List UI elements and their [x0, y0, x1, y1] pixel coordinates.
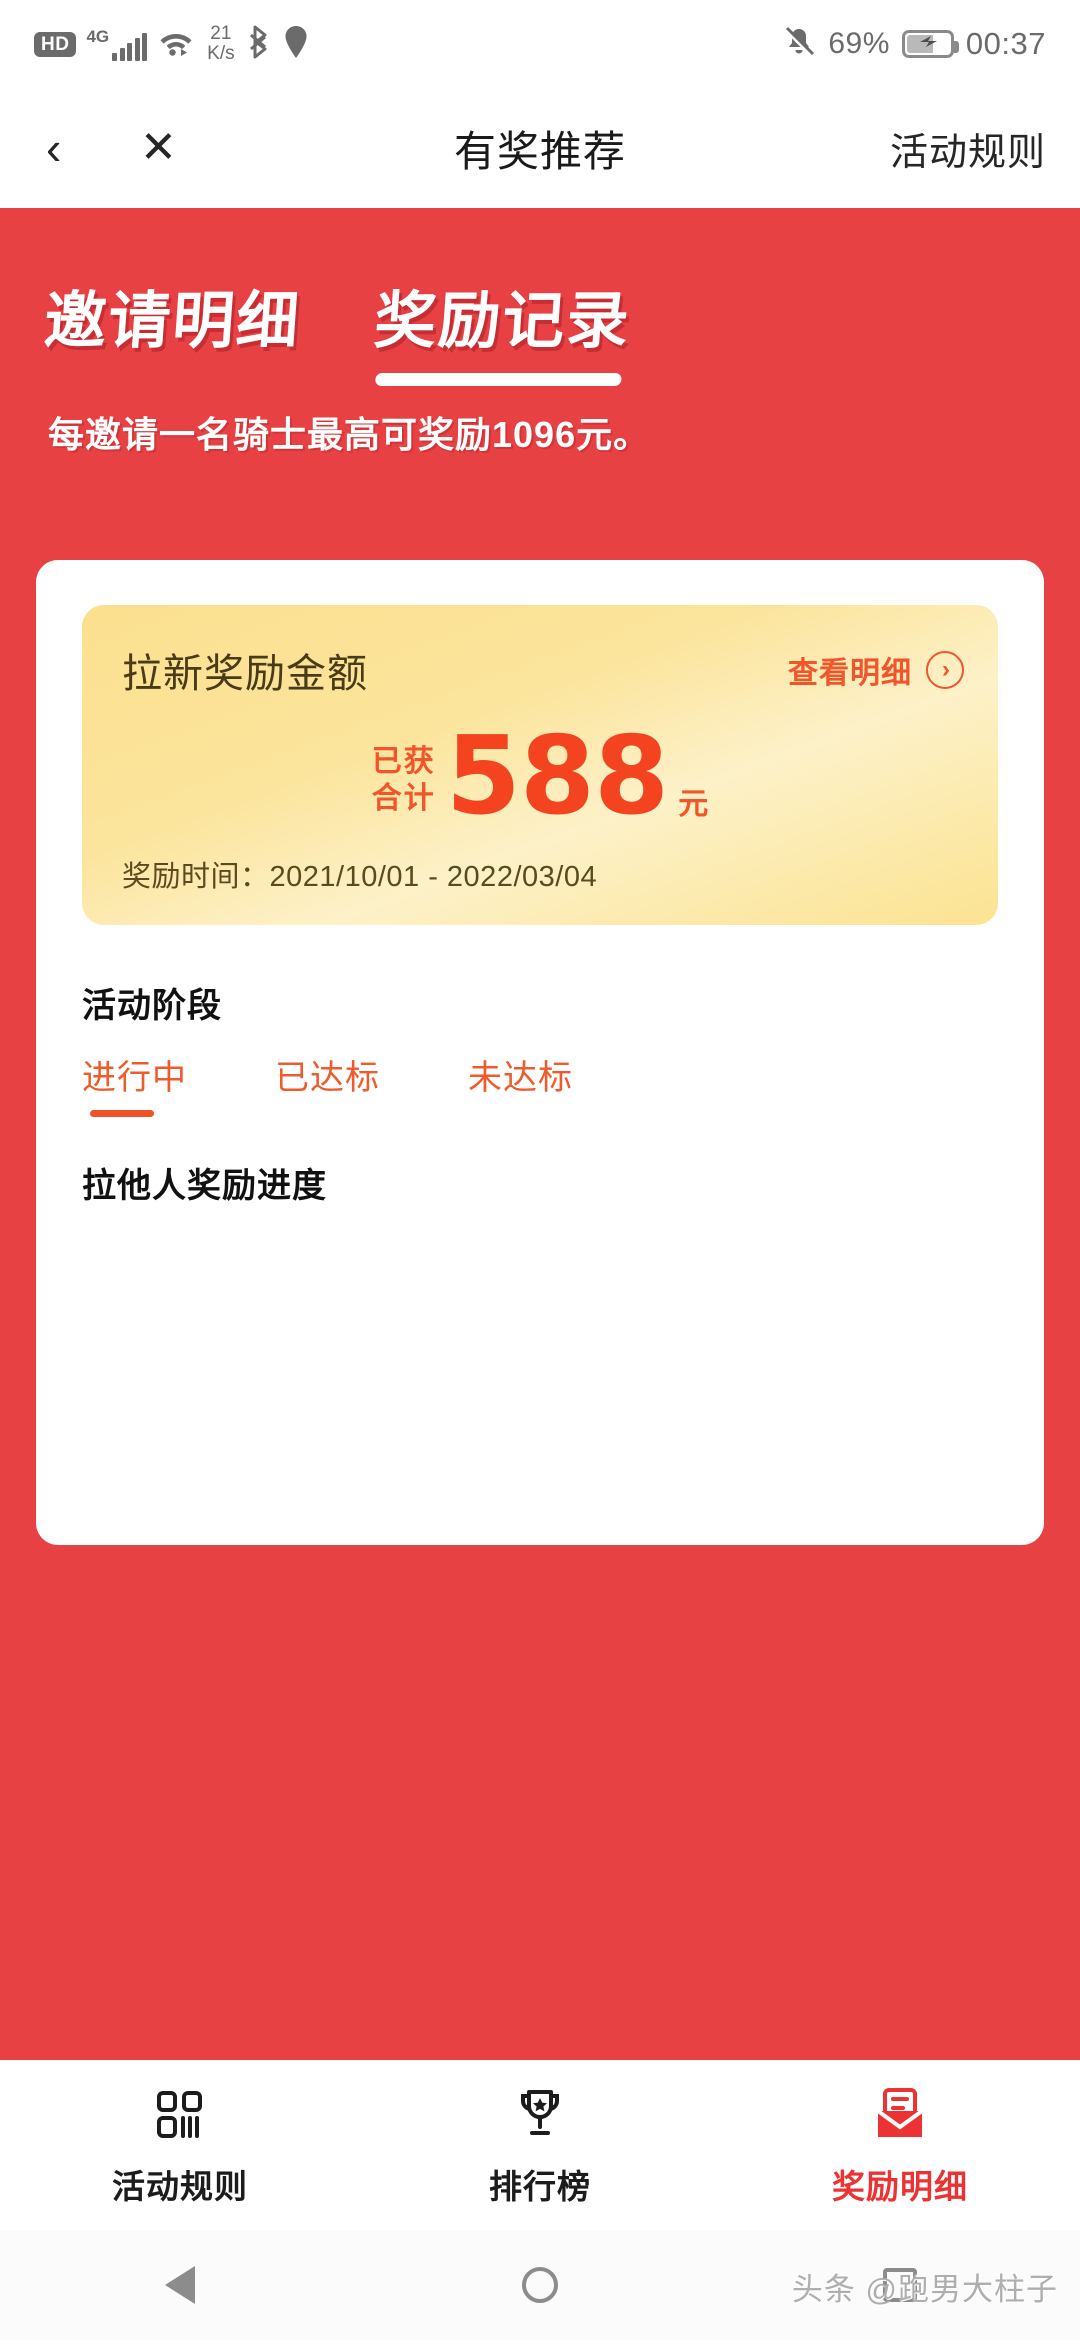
reward-summary-title: 拉新奖励金额 — [122, 652, 368, 696]
wifi-icon — [157, 27, 195, 62]
stage-tab-achieved[interactable]: 已达标 — [275, 1050, 380, 1117]
view-detail-label: 查看明细 — [788, 657, 912, 690]
grid-rules-icon — [150, 2084, 210, 2146]
hero-subtitle: 每邀请一名骑士最高可奖励1096元。 — [48, 414, 651, 455]
stage-tab-in-progress[interactable]: 进行中 — [82, 1050, 187, 1117]
app-nav-bar: ‹ ✕ 有奖推荐 活动规则 — [0, 88, 1080, 208]
reward-date-label: 奖励时间： — [122, 861, 270, 893]
android-home-button[interactable] — [360, 2267, 720, 2303]
reward-summary-header: 拉新奖励金额 查看明细 › — [122, 641, 964, 699]
reward-amount-value: 588 — [445, 714, 669, 839]
reward-amount-unit: 元 — [678, 788, 709, 821]
reward-date-value: 2021/10/01 - 2022/03/04 — [269, 861, 598, 893]
reward-date-range: 奖励时间：2021/10/01 - 2022/03/04 — [122, 853, 597, 895]
tab-activity-rules[interactable]: 活动规则 — [0, 2084, 360, 2208]
hd-icon: HD — [34, 31, 77, 57]
reward-amount-prefix: 已获 合计 — [372, 743, 436, 817]
tab-activity-rules-label: 活动规则 — [112, 2167, 248, 2205]
activity-rules-link[interactable]: 活动规则 — [890, 121, 1046, 176]
promo-body: 邀请明细 奖励记录 每邀请一名骑士最高可奖励1096元。 拉新奖励金额 查看明细… — [0, 208, 1080, 2060]
reward-amount-prefix-line1: 已获 — [371, 745, 436, 778]
network-speed-indicator: 21 K/s — [207, 24, 234, 64]
reward-amount-row: 已获 合计 588 元 — [82, 723, 998, 831]
cellular-signal-icon: 4G — [86, 26, 148, 61]
view-detail-button[interactable]: 查看明细 › — [788, 648, 964, 692]
back-triangle-icon — [165, 2266, 195, 2304]
signal-bars-icon — [112, 32, 148, 61]
network-speed-unit: K/s — [207, 43, 235, 64]
android-back-button[interactable] — [0, 2266, 360, 2304]
location-pin-icon — [283, 25, 309, 64]
reward-amount-prefix-line2: 合计 — [371, 782, 436, 815]
status-bar-left: HD 4G 21 K/s — [34, 23, 309, 66]
tab-leaderboard-label: 排行榜 — [489, 2167, 591, 2205]
status-bar-right: 69% 00:37 — [782, 25, 1046, 64]
progress-section-title: 拉他人奖励进度 — [82, 1167, 327, 1205]
stage-section-title: 活动阶段 — [82, 987, 222, 1025]
stage-filter-tabs: 进行中 已达标 未达标 — [82, 1050, 573, 1117]
reward-panel: 拉新奖励金额 查看明细 › 已获 合计 588 元 奖励时间：2021/10/0… — [36, 560, 1044, 1545]
bluetooth-icon — [247, 23, 273, 66]
home-circle-icon — [522, 2267, 558, 2303]
tab-leaderboard[interactable]: 排行榜 — [360, 2084, 720, 2208]
network-speed-value: 21 — [210, 23, 232, 44]
tab-reward-detail-label: 奖励明细 — [832, 2167, 968, 2205]
hero-tabs: 邀请明细 奖励记录 — [42, 270, 633, 386]
reward-detail-icon — [870, 2084, 930, 2146]
hero-tab-invite-detail[interactable]: 邀请明细 — [40, 270, 304, 386]
status-bar-clock: 00:37 — [965, 26, 1046, 61]
bottom-tab-bar: 活动规则 排行榜 奖励明细 — [0, 2060, 1080, 2230]
status-bar: HD 4G 21 K/s 69% 00:37 — [0, 0, 1080, 88]
tab-reward-detail[interactable]: 奖励明细 — [720, 2084, 1080, 2208]
watermark: 头条 @跑男大柱子 — [791, 2272, 1058, 2307]
battery-percent-label: 69% — [828, 27, 890, 60]
bell-muted-icon — [782, 25, 816, 64]
reward-summary-card: 拉新奖励金额 查看明细 › 已获 合计 588 元 奖励时间：2021/10/0… — [82, 605, 998, 925]
hero-tab-reward-record[interactable]: 奖励记录 — [370, 270, 634, 386]
trophy-icon — [510, 2084, 570, 2146]
phone-screen: HD 4G 21 K/s 69% 00:37 ‹ ✕ 有奖推荐 活动规则 邀请明… — [0, 0, 1080, 2340]
battery-icon — [901, 30, 959, 58]
stage-tab-not-achieved[interactable]: 未达标 — [468, 1050, 573, 1117]
chevron-right-icon: › — [926, 651, 964, 689]
network-type-label: 4G — [86, 26, 110, 46]
